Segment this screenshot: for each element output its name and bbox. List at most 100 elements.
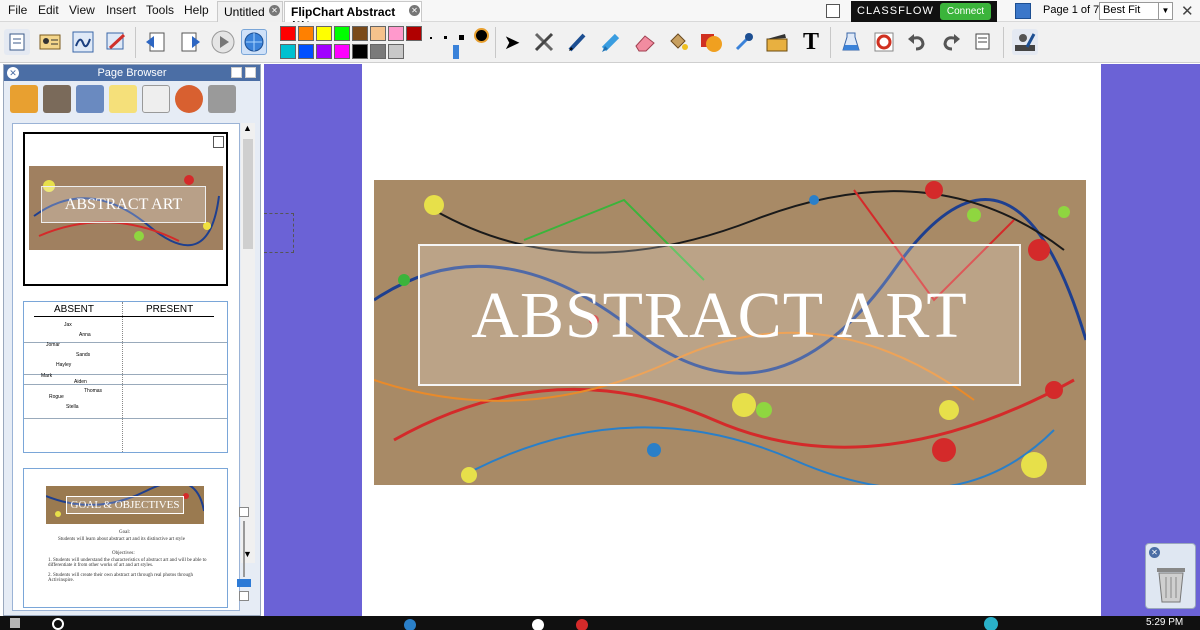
swatch-dark-red[interactable] <box>406 26 422 41</box>
resource-icon[interactable] <box>1015 3 1031 19</box>
swatch-purple[interactable] <box>316 44 332 59</box>
thumbnail-size-slider[interactable] <box>237 507 251 607</box>
student-name: Aiden <box>74 379 87 385</box>
restore-icon[interactable] <box>245 67 256 78</box>
eraser-icon[interactable] <box>632 29 658 55</box>
menu-bar: File Edit View Insert Tools Help Untitle… <box>0 0 1200 33</box>
scroll-thumb[interactable] <box>243 139 253 249</box>
notes-icon[interactable] <box>826 4 840 18</box>
page-thumbnails: ABSTRACT ART ABSENT PRESENT Jax Anna Jom… <box>12 123 240 611</box>
signature-icon[interactable] <box>70 29 96 55</box>
page-thumbnail-2[interactable]: ABSENT PRESENT Jax Anna Jomar Sands Hayl… <box>23 301 228 453</box>
action-icon[interactable] <box>175 85 203 113</box>
close-icon[interactable]: ✕ <box>7 67 19 79</box>
text-icon[interactable]: T <box>798 29 824 55</box>
trash-bin[interactable]: ✕ <box>1145 543 1196 609</box>
grid-icon[interactable] <box>239 507 249 517</box>
close-icon[interactable]: ✕ <box>1149 547 1160 558</box>
close-icon[interactable]: ✕ <box>1181 2 1194 20</box>
flipchart-page[interactable]: ABSTRACT ART <box>362 64 1101 616</box>
fill-icon[interactable] <box>665 29 691 55</box>
app-icon[interactable] <box>576 619 588 630</box>
pen-width-selector[interactable] <box>426 28 492 59</box>
objectives-heading: Objectives: <box>112 551 135 556</box>
resources-icon[interactable] <box>43 85 71 113</box>
menu-file[interactable]: File <box>8 3 27 17</box>
picker-icon[interactable] <box>731 29 757 55</box>
reset-icon[interactable] <box>871 29 897 55</box>
chevron-up-icon[interactable]: ▲ <box>243 123 252 133</box>
globe-icon[interactable] <box>241 29 267 55</box>
undo-icon[interactable] <box>904 29 930 55</box>
swatch-black[interactable] <box>352 44 368 59</box>
present-header: PRESENT <box>146 304 194 315</box>
swatch-gray[interactable] <box>370 44 386 59</box>
menu-tools[interactable]: Tools <box>146 3 174 17</box>
tab-flipchart[interactable]: FlipChart Abstract (1)* <box>284 1 422 33</box>
menu-insert[interactable]: Insert <box>106 3 136 17</box>
swatch-magenta[interactable] <box>334 44 350 59</box>
app-icon[interactable] <box>532 619 544 630</box>
swatch-green[interactable] <box>334 26 350 41</box>
beaker-icon[interactable] <box>838 29 864 55</box>
connect-button[interactable]: Connect <box>940 3 991 20</box>
swatch-red[interactable] <box>280 26 296 41</box>
swatch-orange[interactable] <box>298 26 314 41</box>
tab-close-icon[interactable]: ✕ <box>269 5 280 16</box>
notes-icon[interactable] <box>109 85 137 113</box>
app-icon[interactable] <box>984 617 998 630</box>
divider <box>122 302 126 452</box>
flipchart-workspace[interactable]: ABSTRACT ART <box>264 64 1200 616</box>
system-clock: 5:29 PM <box>1146 617 1184 628</box>
notes-icon[interactable] <box>970 29 996 55</box>
teacher-icon[interactable] <box>1012 29 1038 55</box>
page-title[interactable]: ABSTRACT ART <box>420 246 1019 384</box>
pen-width-slider[interactable] <box>453 45 459 59</box>
play-icon[interactable] <box>210 29 236 55</box>
clapper-icon[interactable] <box>764 29 790 55</box>
swatch-light-gray[interactable] <box>388 44 404 59</box>
swatch-yellow[interactable] <box>316 26 332 41</box>
highlighter-icon[interactable] <box>598 29 624 55</box>
redo-icon[interactable] <box>938 29 964 55</box>
menu-edit[interactable]: Edit <box>38 3 59 17</box>
chevron-down-icon[interactable]: ▼ <box>1158 3 1172 19</box>
abstract-art-banner[interactable]: ABSTRACT ART <box>374 180 1086 485</box>
grid-icon[interactable] <box>239 591 249 601</box>
page-thumbnail-1[interactable]: ABSTRACT ART <box>23 132 228 286</box>
pin-icon[interactable] <box>231 67 242 78</box>
profile-icon[interactable] <box>37 29 63 55</box>
title-frame[interactable]: ABSTRACT ART <box>418 244 1021 386</box>
swatch-peach[interactable] <box>370 26 386 41</box>
tab-close-icon[interactable]: ✕ <box>409 5 420 16</box>
forward-icon[interactable] <box>177 29 203 55</box>
flipchart-icon[interactable] <box>4 29 30 55</box>
voting-icon[interactable] <box>208 85 236 113</box>
pen-icon[interactable] <box>564 29 590 55</box>
menu-view[interactable]: View <box>69 3 95 17</box>
pages-icon[interactable] <box>10 85 38 113</box>
property-icon[interactable] <box>142 85 170 113</box>
back-icon[interactable] <box>143 29 169 55</box>
swatch-blue[interactable] <box>298 44 314 59</box>
toolbar-separator <box>1003 27 1004 58</box>
swatch-cyan[interactable] <box>280 44 296 59</box>
page-browser-scrollbar[interactable]: ▲ ▼ <box>241 123 255 563</box>
page-thumbnail-3[interactable]: GOAL & OBJECTIVES Goal: Students will le… <box>23 468 228 608</box>
swatch-brown[interactable] <box>352 26 368 41</box>
select-icon[interactable]: ➤ <box>499 29 525 55</box>
os-taskbar: 5:29 PM <box>0 616 1200 630</box>
tools-icon[interactable] <box>531 29 557 55</box>
app-icon[interactable] <box>404 619 416 630</box>
slider-thumb[interactable] <box>237 579 251 587</box>
zoom-select[interactable]: Best Fit ▼ <box>1099 2 1173 20</box>
edit-icon[interactable] <box>103 29 129 55</box>
menu-help[interactable]: Help <box>184 3 209 17</box>
shape-icon[interactable] <box>698 29 724 55</box>
student-name: Thomas <box>84 388 103 394</box>
swatch-pink[interactable] <box>388 26 404 41</box>
notes-icon[interactable] <box>213 136 224 148</box>
start-icon[interactable] <box>10 618 20 628</box>
objects-icon[interactable] <box>76 85 104 113</box>
search-icon[interactable] <box>52 618 64 630</box>
